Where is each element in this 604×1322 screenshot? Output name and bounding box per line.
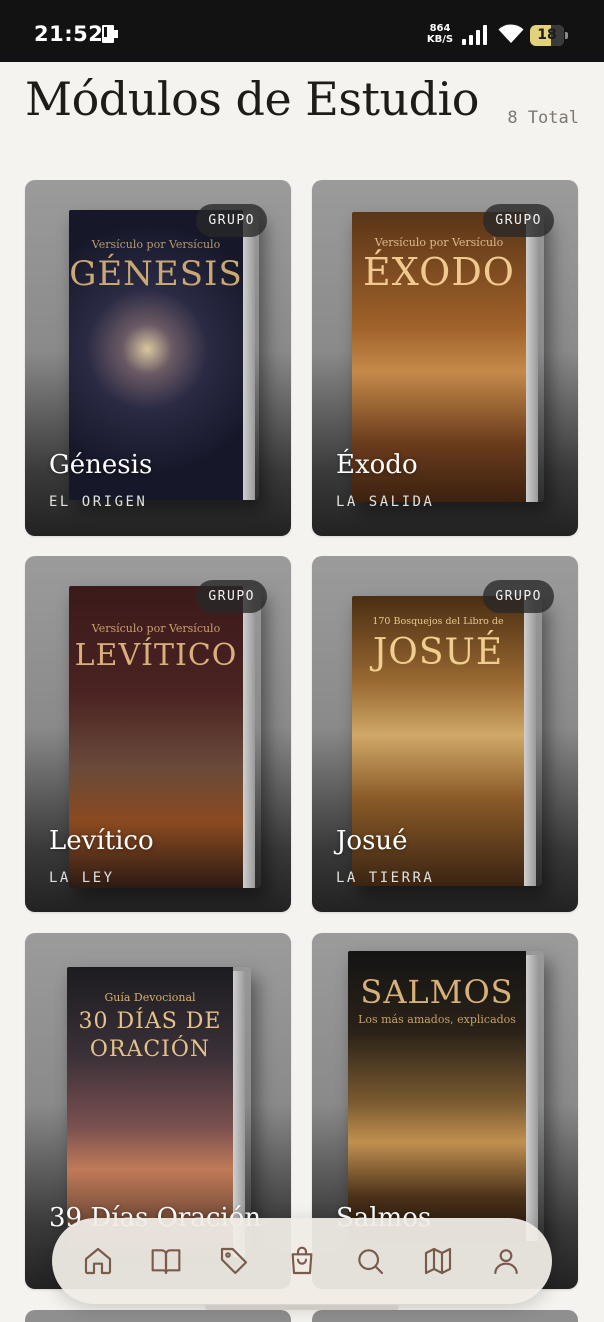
nav-profile-button[interactable] xyxy=(483,1238,529,1284)
notification-app-icon xyxy=(102,25,118,43)
module-subtitle: LA SALIDA xyxy=(336,494,435,510)
page-title: Módulos de Estudio xyxy=(25,72,479,126)
book-cover-title-line2: ORACIÓN xyxy=(89,1037,211,1062)
total-count: 8 Total xyxy=(507,108,579,128)
nav-home-button[interactable] xyxy=(75,1238,121,1284)
book-cover-title: SALMOS xyxy=(360,973,514,1011)
status-time: 21:52 xyxy=(34,22,104,46)
user-icon xyxy=(494,1249,518,1275)
book-cover-title: ÉXODO xyxy=(363,250,515,294)
module-card-josue[interactable]: 170 Bosquejos del Libro de JOSUÉ GRUPO J… xyxy=(312,556,578,912)
book-cover-kicker: Versículo por Versículo xyxy=(374,236,504,249)
module-card-levitico[interactable]: Versículo por Versículo LEVÍTICO GRUPO L… xyxy=(25,556,291,912)
search-icon xyxy=(358,1249,384,1275)
book-cover-kicker: Los más amados, explicados xyxy=(358,1013,516,1026)
nav-shop-button[interactable] xyxy=(279,1238,325,1284)
network-speed: 864 KB/S xyxy=(424,23,456,45)
book-cover-title: JOSUÉ xyxy=(372,632,504,673)
home-icon xyxy=(84,1247,112,1275)
group-badge: GRUPO xyxy=(483,580,554,613)
module-title: Génesis xyxy=(49,450,153,480)
battery-level: 18 xyxy=(537,27,557,43)
book-cover-kicker: Versículo por Versículo xyxy=(91,622,221,635)
module-subtitle: EL ORIGEN xyxy=(49,494,148,510)
network-speed-unit: KB/S xyxy=(426,34,454,45)
module-card-partial[interactable] xyxy=(312,1310,578,1322)
module-subtitle: LA LEY xyxy=(49,870,115,886)
status-bar: 21:52 864 KB/S 18 xyxy=(0,0,604,62)
book-cover-kicker: Guía Devocional xyxy=(104,991,196,1004)
module-title: Levítico xyxy=(49,826,154,856)
book-cover-kicker: 170 Bosquejos del Libro de xyxy=(372,616,504,627)
nav-map-button[interactable] xyxy=(415,1238,461,1284)
book-cover-kicker: Versículo por Versículo xyxy=(91,238,221,251)
nav-search-button[interactable] xyxy=(347,1238,393,1284)
module-subtitle: LA TIERRA xyxy=(336,870,435,886)
module-card-genesis[interactable]: Versículo por Versículo GÉNESIS GRUPO Gé… xyxy=(25,180,291,536)
group-badge: GRUPO xyxy=(196,580,267,613)
module-card-exodo[interactable]: Versículo por Versículo ÉXODO GRUPO Éxod… xyxy=(312,180,578,536)
shopping-bag-icon xyxy=(291,1246,313,1275)
module-title: Éxodo xyxy=(336,450,418,480)
book-open-icon xyxy=(151,1249,181,1275)
bottom-navigation xyxy=(52,1218,552,1304)
module-card-partial[interactable] xyxy=(25,1310,291,1322)
book-cover-image: SALMOS Los más amados, explicados xyxy=(348,951,544,1241)
map-icon xyxy=(424,1247,452,1275)
book-cover-title: GÉNESIS xyxy=(69,254,243,294)
home-indicator[interactable] xyxy=(205,1305,399,1310)
wifi-icon xyxy=(498,24,524,43)
group-badge: GRUPO xyxy=(483,204,554,237)
book-cover-title: LEVÍTICO xyxy=(74,638,238,673)
book-cover-title: 30 DÍAS DE xyxy=(78,1009,222,1034)
nav-library-button[interactable] xyxy=(143,1238,189,1284)
signal-icon xyxy=(462,25,487,45)
tag-icon xyxy=(220,1247,248,1275)
battery-icon: 18 xyxy=(530,25,568,46)
group-badge: GRUPO xyxy=(196,204,267,237)
module-title: Josué xyxy=(336,826,408,856)
nav-tags-button[interactable] xyxy=(211,1238,257,1284)
network-speed-value: 864 xyxy=(429,23,451,34)
